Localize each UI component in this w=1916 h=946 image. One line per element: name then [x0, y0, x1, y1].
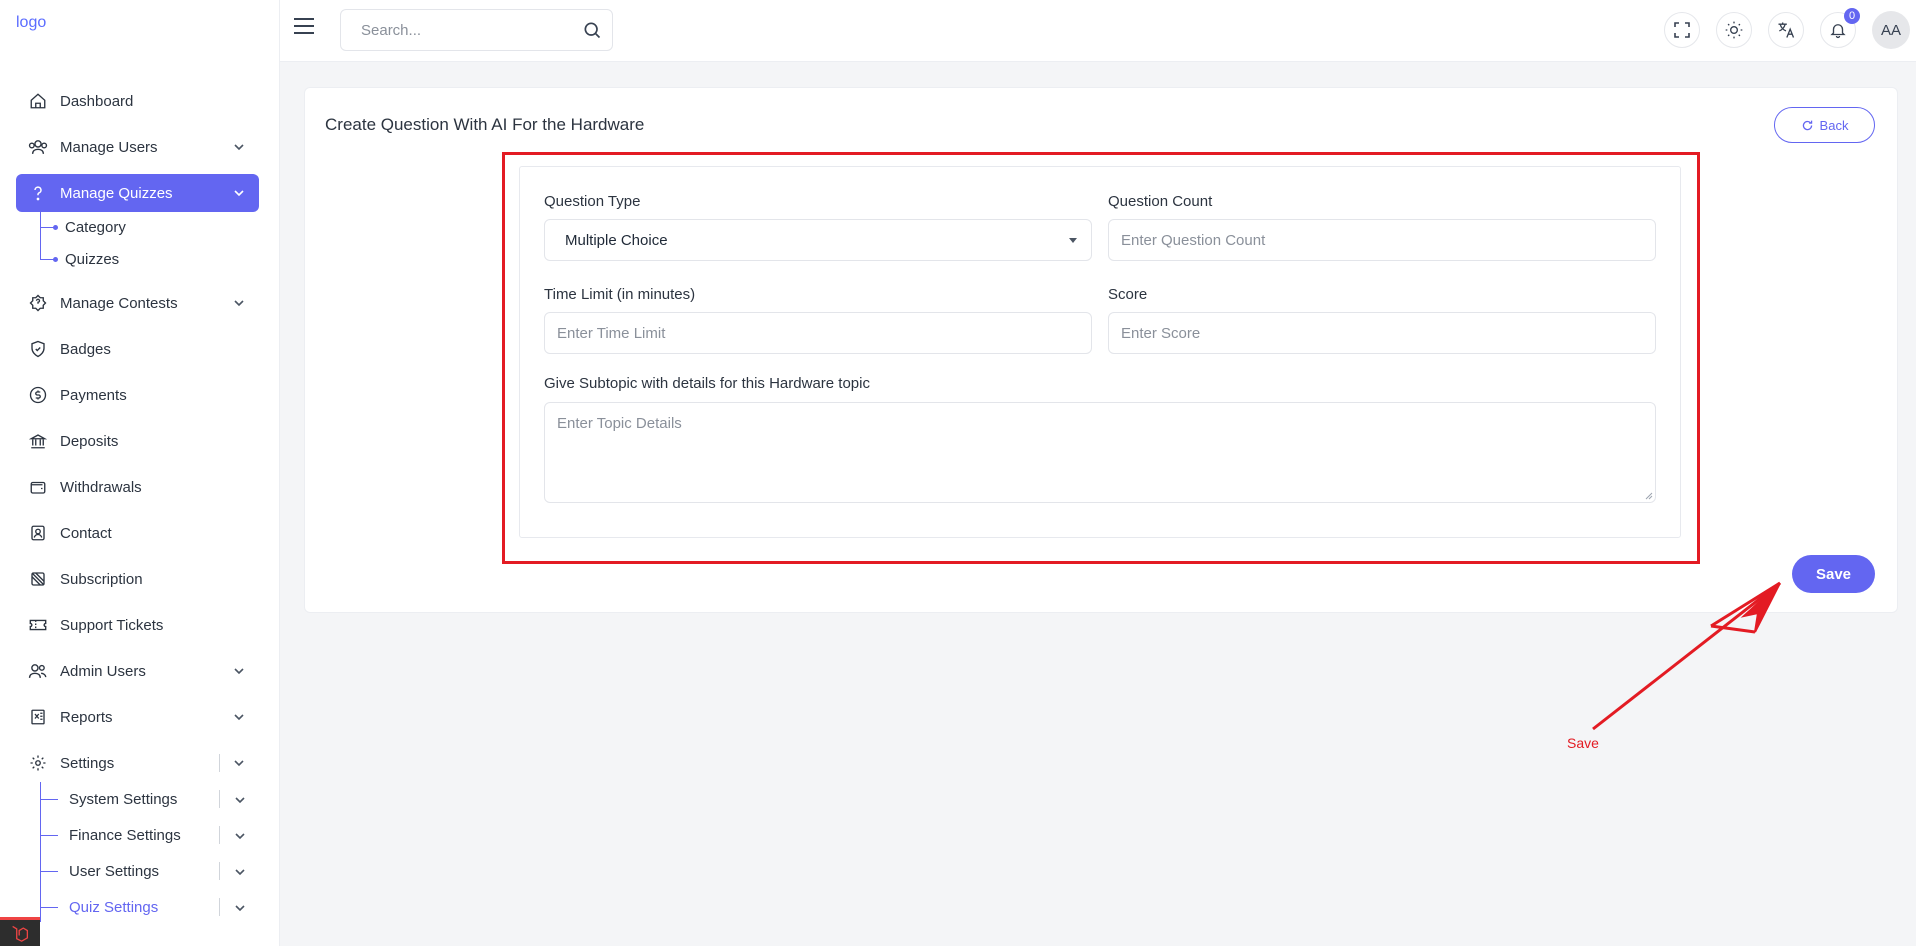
sidebar-item-label: Admin Users	[60, 662, 146, 680]
divider	[219, 790, 220, 808]
divider	[219, 754, 220, 772]
chevron-down-icon	[234, 760, 244, 767]
sidebar-item-reports[interactable]: Reports	[16, 698, 259, 736]
sidebar-item-support-tickets[interactable]: Support Tickets	[16, 606, 259, 644]
chevron-down-icon	[235, 905, 245, 912]
tree-line	[40, 782, 41, 922]
chevron-down-icon	[234, 714, 244, 721]
sidebar-item-subscription[interactable]: Subscription	[16, 560, 259, 598]
avatar[interactable]: AA	[1872, 11, 1910, 49]
back-button-label: Back	[1819, 117, 1849, 133]
sidebar-item-quiz-settings[interactable]: Quiz Settings	[69, 899, 158, 916]
laravel-debug-icon[interactable]	[0, 917, 40, 946]
sidebar-item-label: Badges	[60, 340, 111, 358]
sidebar-item-label: Manage Users	[60, 138, 158, 156]
tree-line	[40, 799, 58, 800]
chevron-down-icon	[235, 833, 245, 840]
sidebar-item-label: Manage Quizzes	[60, 184, 173, 202]
fullscreen-icon	[1674, 22, 1690, 38]
spreadsheet-icon	[28, 707, 48, 727]
dollar-circle-icon	[28, 385, 48, 405]
search-input[interactable]	[361, 21, 571, 39]
search-icon[interactable]	[582, 20, 602, 40]
sidebar-item-label: Subscription	[60, 570, 143, 588]
back-button[interactable]: Back	[1774, 107, 1875, 143]
divider	[219, 826, 220, 844]
sidebar-item-admin-users[interactable]: Admin Users	[16, 652, 259, 690]
sidebar-item-contact[interactable]: Contact	[16, 514, 259, 552]
sidebar-item-system-settings[interactable]: System Settings	[69, 791, 177, 808]
chevron-down-icon	[234, 668, 244, 675]
sidebar-item-manage-users[interactable]: Manage Users	[16, 128, 259, 166]
annotation-label: Save	[1567, 735, 1599, 751]
search-box	[340, 9, 613, 51]
tree-line	[40, 212, 41, 260]
sidebar-item-label: Payments	[60, 386, 127, 404]
sidebar-item-settings[interactable]: Settings	[16, 744, 259, 782]
sidebar-item-user-settings[interactable]: User Settings	[69, 863, 159, 880]
sidebar-item-payments[interactable]: Payments	[16, 376, 259, 414]
sidebar-item-manage-contests[interactable]: Manage Contests	[16, 284, 259, 322]
ticket-icon	[28, 615, 48, 635]
theme-toggle-button[interactable]	[1716, 12, 1752, 48]
sidebar-item-quizzes[interactable]: Quizzes	[65, 251, 119, 268]
tree-line	[40, 259, 54, 260]
sun-icon	[1725, 21, 1743, 39]
tree-dot	[53, 257, 58, 262]
divider	[219, 898, 220, 916]
sidebar-item-label: Contact	[60, 524, 112, 542]
refresh-icon	[1802, 120, 1812, 130]
bank-icon	[28, 431, 48, 451]
tree-line	[40, 227, 54, 228]
divider	[219, 862, 220, 880]
save-button[interactable]: Save	[1792, 555, 1875, 593]
translate-icon	[1778, 22, 1795, 38]
sidebar-item-label: Settings	[60, 754, 115, 772]
sidebar-item-label: Deposits	[60, 432, 119, 450]
logo[interactable]: logo	[16, 14, 46, 32]
menu-icon[interactable]	[293, 17, 315, 35]
sidebar-item-label: Dashboard	[60, 92, 134, 110]
chevron-down-icon	[234, 300, 244, 307]
subscription-icon	[28, 569, 48, 589]
sidebar-item-label: Manage Contests	[60, 294, 178, 312]
bell-icon	[1830, 24, 1846, 39]
home-icon	[28, 91, 48, 111]
sidebar-item-withdrawals[interactable]: Withdrawals	[16, 468, 259, 506]
wallet-icon	[28, 477, 48, 497]
chevron-down-icon	[235, 797, 245, 804]
tree-line	[40, 835, 58, 836]
tree-dot	[53, 225, 58, 230]
tree-line	[40, 871, 58, 872]
sidebar: logo Dashboard Manage Users Manage Quizz…	[0, 0, 280, 946]
chevron-down-icon	[235, 869, 245, 876]
sidebar-item-badges[interactable]: Badges	[16, 330, 259, 368]
chevron-down-icon	[234, 144, 244, 151]
sidebar-item-finance-settings[interactable]: Finance Settings	[69, 827, 181, 844]
contest-icon	[28, 293, 48, 313]
gear-icon	[28, 753, 48, 773]
language-button[interactable]	[1768, 12, 1804, 48]
annotation-arrow-icon	[1592, 581, 1781, 731]
page-title: Create Question With AI For the Hardware	[325, 115, 645, 134]
sidebar-item-label: Reports	[60, 708, 113, 726]
fullscreen-button[interactable]	[1664, 12, 1700, 48]
sidebar-item-label: Support Tickets	[60, 616, 164, 634]
sidebar-item-deposits[interactable]: Deposits	[16, 422, 259, 460]
sidebar-item-category[interactable]: Category	[65, 219, 126, 236]
question-icon	[28, 183, 48, 203]
sidebar-item-label: Withdrawals	[60, 478, 142, 496]
shield-icon	[28, 339, 48, 359]
notification-count-badge: 0	[1844, 8, 1860, 24]
users-icon	[28, 137, 48, 157]
tree-line	[40, 907, 58, 908]
contact-icon	[28, 523, 48, 543]
admin-users-icon	[28, 661, 48, 681]
chevron-down-icon	[234, 190, 244, 197]
annotation-highlight-box	[502, 152, 1700, 564]
sidebar-item-dashboard[interactable]: Dashboard	[16, 82, 259, 120]
sidebar-item-manage-quizzes[interactable]: Manage Quizzes	[16, 174, 259, 212]
